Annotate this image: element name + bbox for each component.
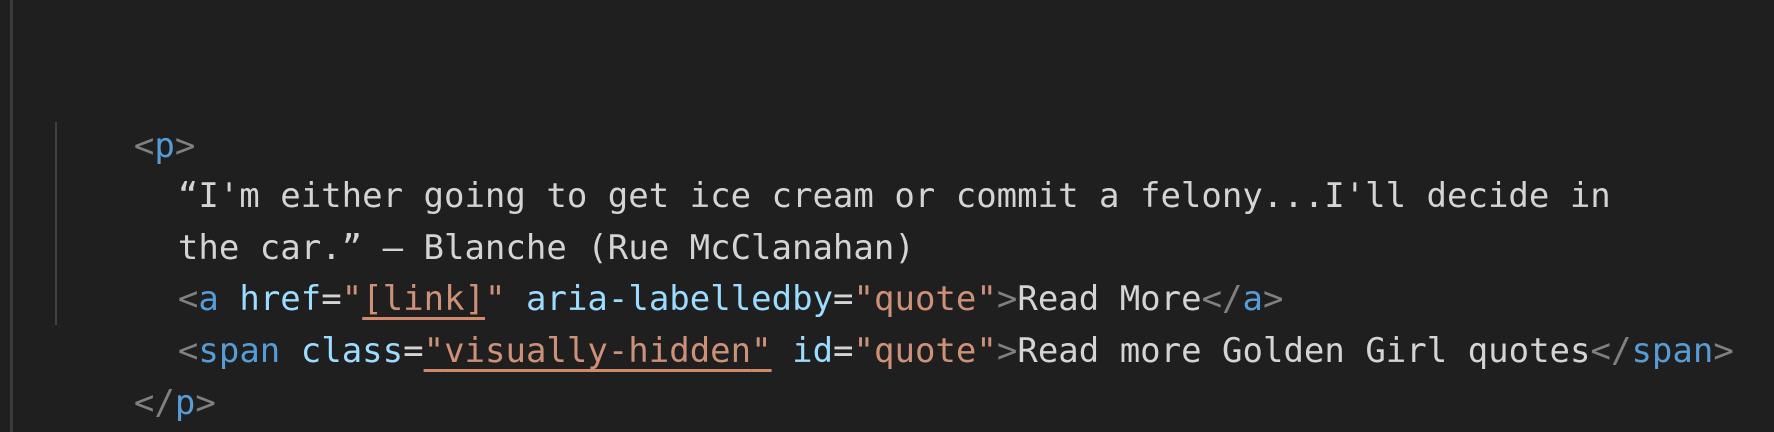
quote-mark: " <box>423 331 445 371</box>
code-line-1[interactable]: <p> <box>52 68 195 166</box>
attr-value-id: quote <box>874 331 977 371</box>
quote-mark: " <box>853 331 875 371</box>
code-line-6[interactable]: </p> <box>52 325 216 423</box>
equals-sign: = <box>403 331 424 371</box>
quote-mark: " <box>976 331 997 371</box>
tag-name-p: p <box>174 383 196 423</box>
attr-value-class: visually-hidden <box>444 331 752 371</box>
tag-close-bracket: > <box>195 383 216 423</box>
gutter-border <box>10 0 13 432</box>
code-editor[interactable]: <p> “I'm either going to get ice cream o… <box>0 0 1774 432</box>
closing-tag-open: </ <box>133 383 175 423</box>
code-line-2[interactable]: “I'm either going to get ice cream or co… <box>96 118 1611 216</box>
code-line-4[interactable]: <a href="[link]" aria-labelledby="quote"… <box>96 221 1284 319</box>
attr-class: class <box>300 331 404 371</box>
quote-mark: " <box>751 331 772 371</box>
equals-sign: = <box>833 331 854 371</box>
code-line-3[interactable]: the car.” — Blanche (Rue McClanahan) <box>96 170 915 268</box>
code-line-5[interactable]: <span class="visually-hidden" id="quote"… <box>96 273 1734 371</box>
tag-close-bracket: > <box>1713 331 1734 371</box>
tag-close-bracket: > <box>996 331 1018 371</box>
attr-id: id <box>792 331 834 371</box>
tag-name-span: span <box>1631 331 1714 371</box>
span-text: Read more Golden Girl quotes <box>1017 331 1591 371</box>
closing-tag-open: </ <box>1590 331 1632 371</box>
